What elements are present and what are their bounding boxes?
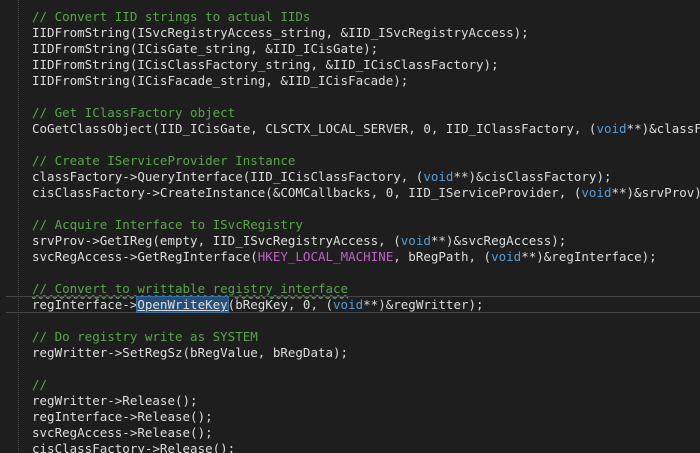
selected-identifier[interactable]: OpenWriteKey: [136, 296, 229, 313]
code-line[interactable]: //: [32, 377, 47, 393]
code-text: svcRegAccess->GetRegInterface(: [32, 249, 258, 264]
code-text: **)&regWritter);: [363, 297, 484, 312]
code-line[interactable]: srvProv->GetIReg(empty, IID_ISvcRegistry…: [32, 233, 566, 249]
code-line[interactable]: // Acquire Interface to ISvcRegistry: [32, 217, 303, 233]
code-keyword: void: [491, 249, 522, 264]
indent-guide: [18, 0, 19, 453]
code-line[interactable]: IIDFromString(ICisGate_string, &IID_ICis…: [32, 41, 378, 57]
code-text: **)&srvProv);: [611, 185, 700, 200]
code-line[interactable]: CoGetClassObject(IID_ICisGate, CLSCTX_LO…: [32, 121, 700, 137]
code-line[interactable]: IIDFromString(ISvcRegistryAccess_string,…: [32, 25, 529, 41]
code-line[interactable]: // Create IServiceProvider Instance: [32, 153, 295, 169]
code-text: regInterface->Release();: [32, 409, 213, 424]
code-line[interactable]: // Convert IID strings to actual IIDs: [32, 9, 310, 25]
code-line[interactable]: IIDFromString(ICisFacade_string, &IID_IC…: [32, 73, 408, 89]
code-text: CoGetClassObject(IID_ICisGate, CLSCTX_LO…: [32, 121, 597, 136]
code-text: regInterface->: [32, 297, 138, 312]
code-text: srvProv->GetIReg(empty, IID_ISvcRegistry…: [32, 233, 401, 248]
code-keyword: void: [400, 233, 431, 248]
code-text: , bRegPath, (: [393, 249, 492, 264]
code-keyword: void: [596, 121, 627, 136]
code-line[interactable]: // Convert to writtable registry interfa…: [32, 281, 348, 297]
code-comment: // Create IServiceProvider Instance: [32, 153, 296, 168]
code-text: regWritter->Release();: [32, 393, 198, 408]
code-line[interactable]: // Get IClassFactory object: [32, 105, 235, 121]
code-line[interactable]: cisClassFactory->Release();: [32, 441, 235, 453]
code-text: **)&svcRegAccess);: [430, 233, 567, 248]
code-keyword: void: [333, 297, 364, 312]
code-comment: // Acquire Interface to ISvcRegistry: [32, 217, 303, 232]
code-text: **)&regInterface);: [521, 249, 657, 264]
code-comment: // Do registry write as SYSTEM: [32, 329, 258, 344]
code-line[interactable]: regWritter->Release();: [32, 393, 198, 409]
code-text: regWritter->SetRegSz(bRegValue, bRegData…: [32, 345, 349, 360]
code-line[interactable]: svcRegAccess->Release();: [32, 425, 213, 441]
code-line[interactable]: // Do registry write as SYSTEM: [32, 329, 258, 345]
code-line[interactable]: svcRegAccess->GetRegInterface(HKEY_LOCAL…: [32, 249, 657, 265]
code-editor[interactable]: // Convert IID strings to actual IIDs II…: [0, 0, 700, 453]
code-text: classFactory->QueryInterface(IID_ICisCla…: [32, 169, 424, 184]
code-text: cisClassFactory->Release();: [32, 441, 236, 453]
code-text: cisClassFactory->CreateInstance(&COMCall…: [32, 185, 582, 200]
code-text: IIDFromString(ICisGate_string, &IID_ICis…: [32, 41, 379, 56]
code-line[interactable]: classFactory->QueryInterface(IID_ICisCla…: [32, 169, 612, 185]
code-line[interactable]: regInterface->Release();: [32, 409, 213, 425]
code-line[interactable]: regWritter->SetRegSz(bRegValue, bRegData…: [32, 345, 348, 361]
code-line[interactable]: cisClassFactory->CreateInstance(&COMCall…: [32, 185, 700, 201]
code-text: IIDFromString(ICisClassFactory_string, &…: [32, 57, 499, 72]
code-text: **)&classFactory: [626, 121, 700, 136]
code-text: (bRegKey, 0, (: [227, 297, 334, 312]
current-code-line[interactable]: regInterface->OpenWriteKey(bRegKey, 0, (…: [6, 296, 700, 313]
code-line[interactable]: IIDFromString(ICisClassFactory_string, &…: [32, 57, 499, 73]
code-comment: // Convert to writtable registry interfa…: [32, 281, 349, 296]
code-comment: //: [32, 377, 48, 392]
code-text: IIDFromString(ICisFacade_string, &IID_IC…: [32, 73, 409, 88]
code-text: **)&cisClassFactory);: [453, 169, 612, 184]
code-text: svcRegAccess->Release();: [32, 425, 213, 440]
code-macro: HKEY_LOCAL_MACHINE: [257, 249, 394, 264]
code-comment: // Get IClassFactory object: [32, 105, 236, 120]
code-keyword: void: [423, 169, 454, 184]
code-comment: // Convert IID strings to actual IIDs: [32, 9, 311, 24]
code-keyword: void: [581, 185, 612, 200]
code-text: IIDFromString(ISvcRegistryAccess_string,…: [32, 25, 529, 40]
